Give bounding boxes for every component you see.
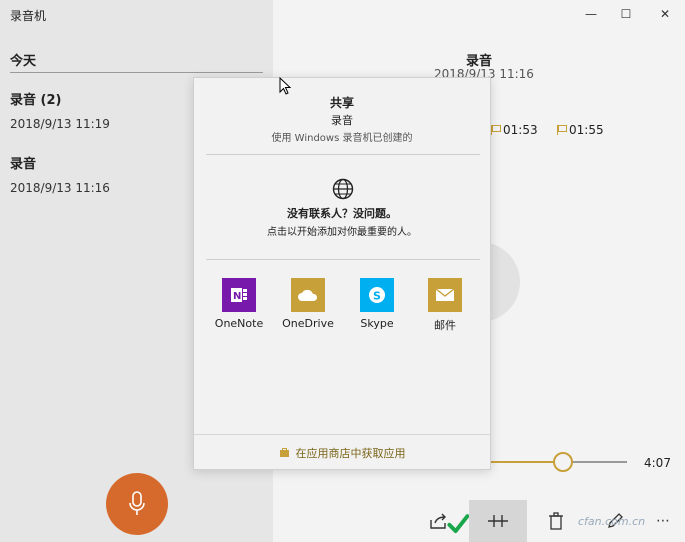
flag-icon: [557, 125, 567, 135]
record-button[interactable]: [106, 473, 168, 535]
more-icon: ⋯: [656, 513, 670, 529]
mouse-cursor-icon: [279, 77, 291, 95]
group-header-today: 今天: [10, 54, 37, 69]
divider: [206, 154, 480, 155]
trim-icon: [488, 515, 508, 527]
watermark: cfan.com.cn: [578, 515, 646, 528]
share-app-onedrive[interactable]: OneDrive: [273, 278, 343, 330]
share-app-mail[interactable]: 邮件: [410, 278, 480, 333]
flag-icon: [491, 125, 501, 135]
trim-button[interactable]: [487, 510, 509, 532]
share-created-with: 使用 Windows 录音机已创建的: [271, 133, 413, 144]
marker-time: 01:53: [503, 123, 538, 137]
maximize-button[interactable]: ☐: [616, 6, 636, 22]
skype-icon: S: [360, 278, 394, 312]
onedrive-icon: [291, 278, 325, 312]
svg-text:S: S: [373, 290, 381, 303]
store-link[interactable]: 在应用商店中获取应用: [194, 434, 490, 470]
app-label: OneNote: [214, 317, 264, 330]
marker-time: 01:55: [569, 123, 604, 137]
svg-text:N: N: [233, 291, 241, 302]
onenote-icon: N: [222, 278, 256, 312]
delete-button[interactable]: [545, 510, 567, 532]
share-title: 共享: [329, 96, 354, 110]
minimize-button[interactable]: —: [581, 6, 601, 22]
store-icon: [279, 448, 289, 457]
marker[interactable]: 01:55: [557, 123, 604, 137]
no-contacts-heading: 没有联系人？没问题。: [287, 207, 397, 220]
share-icon: [430, 513, 446, 529]
app-label: Skype: [360, 317, 394, 330]
app-title: 录音机: [10, 9, 47, 23]
globe-icon: [332, 178, 354, 200]
marker[interactable]: 01:53: [491, 123, 538, 137]
duration-label: 4:07: [644, 456, 671, 470]
app-label: OneDrive: [282, 317, 334, 330]
divider: [206, 259, 480, 260]
store-link-label: 在应用商店中获取应用: [295, 446, 406, 460]
mail-icon: [428, 278, 462, 312]
slider-thumb[interactable]: [553, 452, 573, 472]
add-contacts-hint[interactable]: 点击以开始添加对你最重要的人。: [194, 223, 490, 238]
close-button[interactable]: ✕: [655, 6, 675, 22]
trash-icon: [549, 512, 563, 530]
share-flyout: 共享 录音 使用 Windows 录音机已创建的 没有联系人？没问题。 点击以开…: [193, 77, 491, 470]
share-app-skype[interactable]: S Skype: [342, 278, 412, 330]
share-item-name: 录音: [331, 114, 353, 127]
share-app-onenote[interactable]: N OneNote: [204, 278, 274, 330]
checkmark-watermark-icon: [447, 513, 469, 535]
microphone-icon: [129, 491, 145, 515]
group-divider: [10, 72, 263, 73]
more-button[interactable]: ⋯: [652, 510, 674, 532]
app-label: 邮件: [434, 319, 456, 332]
